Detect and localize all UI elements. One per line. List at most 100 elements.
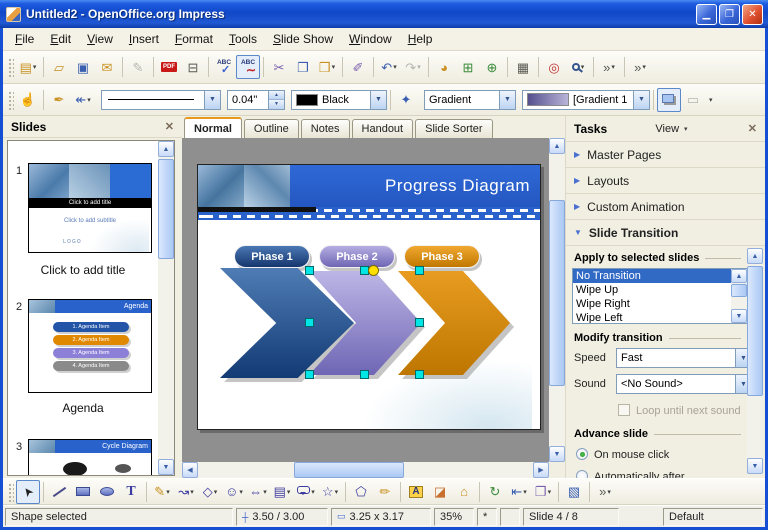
line-style-select[interactable]: ▼	[101, 90, 221, 110]
area-dialog-button[interactable]: ✦	[394, 88, 418, 112]
trans-item-wipe-up[interactable]: Wipe Up	[573, 283, 731, 297]
draw-toolbar-overflow-button-dropdown-icon[interactable]: ▾	[607, 488, 611, 496]
menu-item-insert[interactable]: Insert	[121, 29, 167, 49]
scroll-down-icon[interactable]: ▼	[747, 458, 763, 474]
scrollbar-thumb[interactable]	[294, 462, 404, 478]
redo-button-dropdown-icon[interactable]: ▾	[417, 63, 421, 71]
arrange-button[interactable]: ❐▾	[531, 480, 555, 504]
page-style[interactable]: Default	[663, 508, 763, 526]
scroll-up-icon[interactable]: ▲	[747, 248, 763, 264]
menu-item-window[interactable]: Window	[341, 29, 400, 49]
menu-item-file[interactable]: File	[7, 29, 42, 49]
menu-item-tools[interactable]: Tools	[221, 29, 265, 49]
tasks-panel-close-icon[interactable]: ✕	[748, 122, 757, 135]
symbol-shapes-tool[interactable]: ☺▾	[222, 480, 246, 504]
fill-type-select[interactable]: Gradient ▼	[424, 90, 516, 110]
scroll-down-icon[interactable]: ▼	[158, 459, 174, 475]
connector-tool[interactable]: ↝▾	[174, 480, 198, 504]
loop-checkbox[interactable]	[618, 404, 630, 416]
section-custom-animation[interactable]: ▶ Custom Animation	[566, 194, 765, 220]
new-presentation-button-dropdown-icon[interactable]: ▾	[33, 63, 37, 71]
selection-handle[interactable]	[415, 318, 424, 327]
selection-handle[interactable]	[415, 370, 424, 379]
line-dialog-button[interactable]: ✒	[47, 88, 71, 112]
toolbar-overflow-button[interactable]: »▾	[597, 55, 621, 79]
ellipse-tool[interactable]	[95, 480, 119, 504]
selection-handle[interactable]	[305, 318, 314, 327]
open-button[interactable]: ▱	[47, 55, 71, 79]
draw-toolbar-overflow-button[interactable]: »▾	[593, 480, 617, 504]
close-button[interactable]: ✕	[742, 4, 763, 25]
spellcheck-button[interactable]: ABC	[212, 55, 236, 79]
line-color-value[interactable]: Black	[318, 94, 353, 106]
undo-button[interactable]: ↶▾	[377, 55, 401, 79]
paste-button[interactable]: ❒▾	[315, 55, 339, 79]
undo-button-dropdown-icon[interactable]: ▾	[393, 63, 397, 71]
edit-points-button[interactable]: ⬠	[349, 480, 373, 504]
arrow-style-button[interactable]: ↞▾	[71, 88, 95, 112]
view-label[interactable]: View	[655, 123, 679, 135]
fill-type-value[interactable]: Gradient	[425, 94, 475, 106]
arrow-style-dropdown-icon[interactable]: ▾	[87, 96, 91, 104]
speed-select[interactable]: Fast ▼	[616, 348, 752, 368]
select-tool[interactable]: ➤	[16, 480, 40, 504]
navigator-button[interactable]: ◎	[542, 55, 566, 79]
slide-thumbnail-3[interactable]: Cycle Diagram	[28, 439, 152, 476]
menu-item-edit[interactable]: Edit	[42, 29, 79, 49]
gradient-select[interactable]: [Gradient 1 ▼	[522, 90, 650, 110]
alignment-button-dropdown-icon[interactable]: ▾	[523, 488, 527, 496]
zoom-level[interactable]: 35%	[434, 508, 474, 526]
line-tool[interactable]	[47, 480, 71, 504]
section-master-pages[interactable]: ▶ Master Pages	[566, 142, 765, 168]
slide-canvas[interactable]: Progress Diagram Phase 1 Phase 2 Phase 3	[182, 138, 549, 462]
tab-slide-sorter[interactable]: Slide Sorter	[415, 119, 492, 138]
on-mouse-click-label[interactable]: On mouse click	[594, 449, 669, 461]
phase-2-shape[interactable]: Phase 2	[319, 245, 395, 268]
adjust-handle[interactable]	[368, 265, 379, 276]
tab-normal[interactable]: Normal	[184, 117, 242, 138]
scrollbar-thumb[interactable]	[549, 200, 565, 386]
stars-tool[interactable]: ☆▾	[318, 480, 342, 504]
zoom-button[interactable]: ▾	[566, 55, 590, 79]
rotate-button[interactable]: ↻	[483, 480, 507, 504]
flowchart-tool[interactable]: ▤▾	[270, 480, 294, 504]
toolbar-overflow-button-dropdown-icon[interactable]: ▾	[611, 63, 615, 71]
slide-thumbnail-2[interactable]: Agenda 1. Agenda Item2. Agenda Item3. Ag…	[28, 299, 152, 393]
on-mouse-click-radio[interactable]	[576, 448, 588, 460]
line-width-spin-buttons[interactable]: ▲▼	[268, 91, 284, 109]
toolbar-grip[interactable]	[7, 90, 14, 110]
scrollbar-thumb[interactable]	[731, 284, 747, 297]
basic-shapes-tool-dropdown-icon[interactable]: ▾	[214, 488, 218, 496]
chevron-down-icon[interactable]: ▼	[204, 91, 220, 109]
print-button[interactable]: ⊟	[181, 55, 205, 79]
minimize-button[interactable]: ▁	[696, 4, 717, 25]
selection-handle[interactable]	[305, 370, 314, 379]
phase-3-shape[interactable]: Phase 3	[404, 245, 480, 268]
selection-handle[interactable]	[360, 370, 369, 379]
scroll-up-icon[interactable]: ▲	[549, 138, 565, 154]
rectangle-tool[interactable]	[71, 480, 95, 504]
line-color-select[interactable]: Black ▼	[291, 90, 387, 110]
styles-button[interactable]: ☝	[16, 88, 40, 112]
scroll-right-icon[interactable]: ▶	[533, 462, 549, 478]
line-width-stepper[interactable]: 0.04" ▲▼	[227, 90, 285, 110]
curve-tool[interactable]: ✎▾	[150, 480, 174, 504]
speed-value[interactable]: Fast	[617, 352, 646, 364]
canvas-vertical-scrollbar[interactable]: ▲ ▼	[549, 138, 565, 462]
email-button[interactable]: ✉	[95, 55, 119, 79]
gallery-button[interactable]: ⌂	[452, 480, 476, 504]
shadow-button[interactable]	[657, 88, 681, 112]
menu-item-view[interactable]: View	[79, 29, 121, 49]
menu-item-slide-show[interactable]: Slide Show	[265, 29, 341, 49]
canvas-horizontal-scrollbar[interactable]: ◀ ▶	[182, 462, 549, 478]
scroll-up-icon[interactable]: ▲	[731, 269, 747, 283]
cut-button[interactable]: ✂	[267, 55, 291, 79]
flowchart-tool-dropdown-icon[interactable]: ▾	[287, 488, 291, 496]
basic-shapes-tool[interactable]: ◇▾	[198, 480, 222, 504]
hyperlink-button[interactable]: ⊕	[480, 55, 504, 79]
chevron-down-icon[interactable]: ▼	[370, 91, 386, 109]
slide-thumbnail-1[interactable]: Click to add title Click to add subtitle…	[28, 163, 152, 253]
sound-value[interactable]: <No Sound>	[617, 378, 687, 390]
chevron-down-icon[interactable]: ▾	[684, 125, 688, 133]
maximize-button[interactable]: ❐	[719, 4, 740, 25]
